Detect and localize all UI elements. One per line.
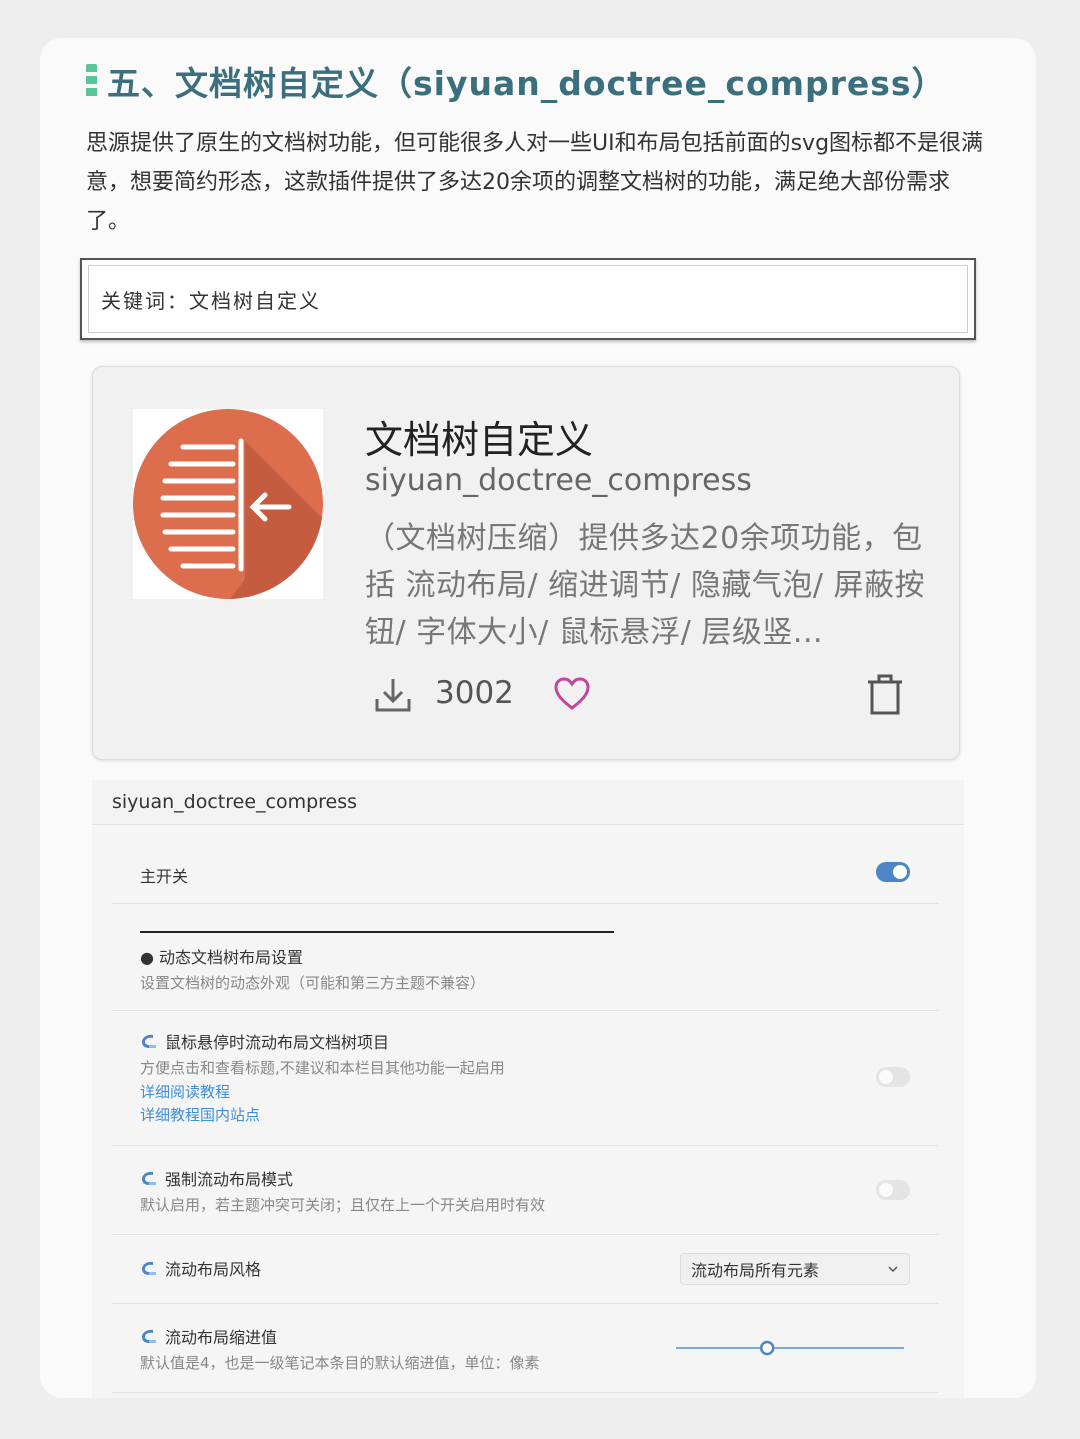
chevron-down-icon (888, 1266, 898, 1273)
settings-header: siyuan_doctree_compress (92, 780, 964, 825)
tutorial-link[interactable]: 详细阅读教程 (140, 1081, 230, 1102)
plugin-title: 文档树自定义 (365, 418, 594, 462)
setting-label: 强制流动布局模式 (165, 1170, 294, 1189)
flow-style-select[interactable]: 流动布局所有元素 (680, 1253, 910, 1285)
main-switch-label: 主开关 (140, 867, 189, 886)
setting-desc: 方便点击和查看标题,不建议和本栏目其他功能一起启用 (140, 1059, 505, 1077)
setting-flow-indent: 流动布局缩进值 默认值是4，也是一级笔记本条目的默认缩进值，单位：像素 (112, 1304, 938, 1393)
doctree-compress-logo-icon (133, 409, 323, 599)
intro-paragraph: 思源提供了原生的文档树功能，但可能很多人对一些UI和布局包括前面的svg图标都不… (86, 131, 984, 234)
hover-flow-toggle[interactable] (876, 1067, 910, 1087)
setting-hover-flow: 鼠标悬停时流动布局文档树项目 方便点击和查看标题,不建议和本栏目其他功能一起启用… (112, 1011, 938, 1146)
download-count: 3002 (435, 675, 514, 711)
setting-icon (142, 1034, 156, 1048)
settings-panel: siyuan_doctree_compress 主开关 ● 动态文档树布局设置 … (92, 780, 964, 1398)
section-desc: 设置文档树的动态外观（可能和第三方主题不兼容） (140, 974, 486, 992)
plugin-logo (133, 409, 323, 599)
plugin-package-name: siyuan_doctree_compress (365, 463, 752, 498)
flow-style-select-value: 流动布局所有元素 (691, 1261, 820, 1280)
slider-thumb[interactable] (759, 1340, 775, 1356)
setting-label: 鼠标悬停时流动布局文档树项目 (165, 1033, 390, 1052)
setting-label: 流动布局缩进值 (165, 1328, 278, 1347)
plugin-card[interactable]: 文档树自定义 siyuan_doctree_compress （文档树压缩）提供… (92, 366, 960, 760)
heading-marker (86, 64, 97, 98)
download-icon (375, 679, 411, 712)
setting-icon (142, 1171, 156, 1185)
section-divider (140, 931, 614, 933)
keyword-text: 关键词：文档树自定义 (88, 265, 968, 333)
setting-desc: 默认启用，若主题冲突可关闭；且仅在上一个开关启用时有效 (140, 1196, 546, 1214)
section-dynamic-layout: ● 动态文档树布局设置 设置文档树的动态外观（可能和第三方主题不兼容） (112, 904, 938, 1011)
article-card: 五、文档树自定义（siyuan_doctree_compress） 思源提供了原… (40, 38, 1036, 1398)
force-flow-toggle[interactable] (876, 1180, 910, 1200)
setting-label: 流动布局风格 (165, 1260, 262, 1279)
main-switch-row: 主开关 (112, 825, 938, 904)
setting-desc: 默认值是4，也是一级笔记本条目的默认缩进值，单位：像素 (140, 1354, 540, 1372)
main-switch-toggle[interactable] (876, 862, 910, 882)
setting-icon (142, 1329, 156, 1343)
tutorial-cn-link[interactable]: 详细教程国内站点 (140, 1104, 260, 1125)
keyword-box: 关键词：文档树自定义 (80, 258, 976, 340)
trash-icon[interactable] (865, 673, 905, 715)
heading-title: 五、文档树自定义（siyuan_doctree_compress） (107, 64, 946, 103)
setting-flow-style: 流动布局风格 流动布局所有元素 (112, 1235, 938, 1304)
plugin-description: （文档树压缩）提供多达20余项功能，包括 流动布局/ 缩进调节/ 隐藏气泡/ 屏… (365, 521, 925, 650)
setting-force-flow: 强制流动布局模式 默认启用，若主题冲突可关闭；且仅在上一个开关启用时有效 (112, 1146, 938, 1235)
setting-icon (142, 1261, 156, 1275)
section-title: ● 动态文档树布局设置 (140, 948, 304, 967)
indent-slider[interactable] (674, 1340, 906, 1356)
heart-icon[interactable] (553, 675, 591, 713)
section-heading: 五、文档树自定义（siyuan_doctree_compress） (86, 58, 946, 104)
